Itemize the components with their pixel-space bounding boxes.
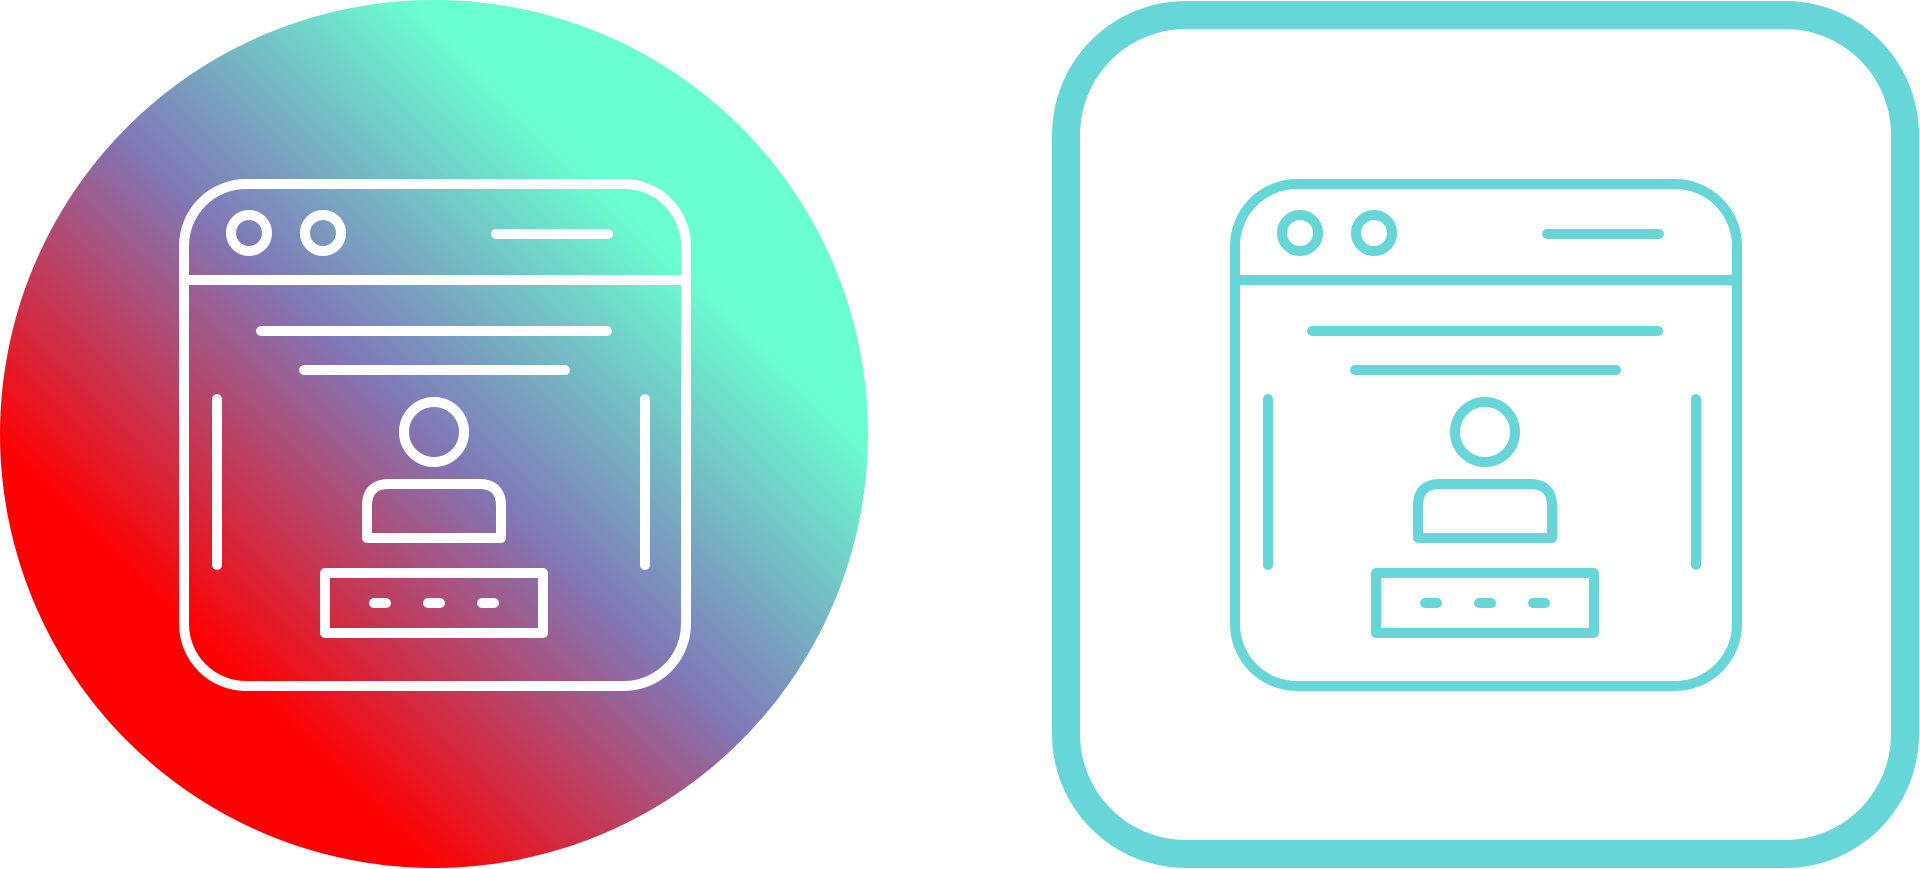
outline-square-tile <box>1051 0 1920 869</box>
gradient-circle-tile <box>0 0 869 869</box>
gradient-circle-background <box>0 0 868 868</box>
rounded-square-background <box>1052 1 1919 868</box>
outline-login-page-graphic <box>1052 1 1919 868</box>
gradient-login-page-graphic <box>0 0 868 868</box>
